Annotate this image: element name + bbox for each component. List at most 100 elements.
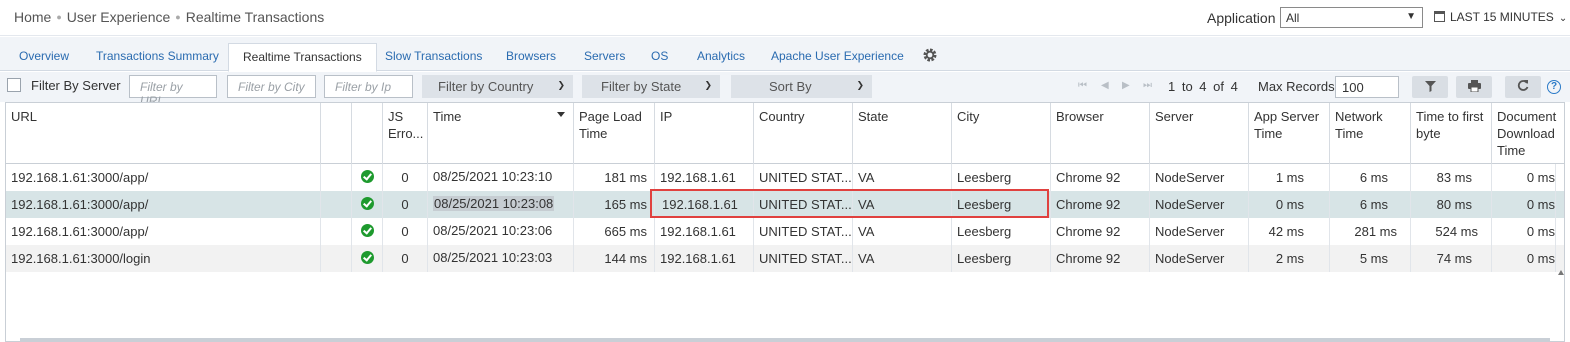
cell-browser: Chrome 92 (1051, 245, 1150, 272)
cell-state: VA (853, 164, 952, 191)
table-row[interactable]: 192.168.1.61:3000/login 0 08/25/2021 10:… (6, 245, 1564, 272)
cell-state: VA (853, 218, 952, 245)
cell-blank (321, 245, 352, 272)
chevron-down-icon: ⌄ (1558, 13, 1568, 24)
tab-bar: Overview Transactions Summary Realtime T… (0, 37, 1570, 72)
cell-url: 192.168.1.61:3000/login (6, 245, 321, 272)
help-icon[interactable]: ? (1547, 80, 1561, 94)
column-header-page-load-time[interactable]: Page Load Time (574, 103, 655, 164)
application-label: Application (1207, 10, 1276, 26)
check-circle-icon (360, 224, 374, 237)
column-header-state[interactable]: State (853, 103, 952, 164)
print-button[interactable] (1456, 76, 1492, 98)
time-range-label: LAST 15 MINUTES (1450, 10, 1554, 24)
cell-blank (321, 191, 352, 218)
check-circle-icon (360, 170, 374, 183)
cell-app-server-time: 0 ms (1249, 191, 1330, 218)
cell-document-download-time: 0 ms (1492, 191, 1556, 218)
cell-status (352, 164, 383, 191)
cell-app-server-time: 1 ms (1249, 164, 1330, 191)
cell-time-to-first-byte: 80 ms (1411, 191, 1492, 218)
cell-time: 08/25/2021 10:23:06 (428, 218, 574, 245)
filter-state-label: Filter by State (601, 79, 682, 94)
filter-state-dropdown[interactable]: Filter by State ❯ (582, 75, 720, 98)
tab-apache-user-experience[interactable]: Apache User Experience (757, 43, 918, 71)
filter-by-server-label: Filter By Server (31, 78, 121, 93)
table-row[interactable]: 192.168.1.61:3000/app/ 0 08/25/2021 10:2… (6, 164, 1564, 191)
tab-realtime-transactions[interactable]: Realtime Transactions (228, 43, 377, 72)
cell-server: NodeServer (1150, 191, 1249, 218)
tab-servers[interactable]: Servers (570, 43, 639, 71)
column-header-time[interactable]: Time (428, 103, 574, 164)
column-header-url[interactable]: URL (6, 103, 321, 164)
cell-document-download-time: 0 ms (1492, 245, 1556, 272)
prev-page-icon[interactable]: ◀ (1101, 80, 1109, 91)
table-row[interactable]: 192.168.1.61:3000/app/ 0 08/25/2021 10:2… (6, 218, 1564, 245)
gear-icon[interactable] (922, 47, 938, 63)
cell-browser: Chrome 92 (1051, 191, 1150, 218)
cell-ip: 192.168.1.61 (655, 245, 754, 272)
filter-button[interactable] (1412, 76, 1448, 98)
annotation-highlight-box (650, 189, 1049, 218)
cell-time: 08/25/2021 10:23:03 (428, 245, 574, 272)
max-records-input[interactable]: 100 (1335, 76, 1399, 98)
first-page-icon[interactable]: ⏮ (1078, 80, 1087, 91)
refresh-button[interactable] (1505, 76, 1541, 98)
tab-os[interactable]: OS (637, 43, 682, 71)
cell-time-to-first-byte: 74 ms (1411, 245, 1492, 272)
cell-server: NodeServer (1150, 218, 1249, 245)
column-header-app-server-time[interactable]: App Server Time (1249, 103, 1330, 164)
cell-blank (321, 218, 352, 245)
column-header-browser[interactable]: Browser (1051, 103, 1150, 164)
chevron-down-icon: ❯ (557, 80, 565, 90)
column-header-document-download-time[interactable]: Document Download Time (1492, 103, 1564, 164)
tab-overview[interactable]: Overview (5, 43, 83, 71)
cell-status (352, 218, 383, 245)
time-range-picker[interactable]: LAST 15 MINUTES ⌄ (1434, 10, 1567, 24)
cell-url: 192.168.1.61:3000/app/ (6, 218, 321, 245)
last-page-icon[interactable]: ⏭ (1143, 80, 1152, 91)
cell-ip: 192.168.1.61 (655, 218, 754, 245)
column-header-city[interactable]: City (952, 103, 1051, 164)
cell-network-time: 5 ms (1330, 245, 1411, 272)
filter-by-server-checkbox[interactable] (7, 78, 21, 92)
table-header: URL JS Erro... Time Page Load Time IP Co… (6, 103, 1564, 164)
breadcrumb-home[interactable]: Home (14, 9, 51, 25)
filter-icon (1424, 81, 1436, 92)
column-header-server[interactable]: Server (1150, 103, 1249, 164)
next-page-icon[interactable]: ▶ (1122, 80, 1130, 91)
column-header-js-errors[interactable]: JS Erro... (383, 103, 428, 164)
cell-state: VA (853, 245, 952, 272)
breadcrumb-current: Realtime Transactions (185, 9, 325, 25)
application-select[interactable]: All ▼ (1280, 7, 1423, 28)
filter-ip-input[interactable]: Filter by Ip (324, 75, 413, 98)
vertical-scrollbar[interactable] (1556, 266, 1564, 341)
column-header-country[interactable]: Country (754, 103, 853, 164)
tab-slow-transactions[interactable]: Slow Transactions (371, 43, 496, 71)
filter-url-input[interactable]: Filter by URL (129, 75, 217, 108)
application-value: All (1286, 11, 1300, 25)
sort-by-dropdown[interactable]: Sort By ❯ (731, 75, 872, 98)
tab-analytics[interactable]: Analytics (683, 43, 759, 71)
cell-js-errors: 0 (383, 245, 428, 272)
check-circle-icon (360, 251, 374, 264)
breadcrumb-user-experience[interactable]: User Experience (67, 9, 171, 25)
sort-desc-icon (557, 112, 565, 117)
cell-server: NodeServer (1150, 164, 1249, 191)
column-header-ip[interactable]: IP (655, 103, 754, 164)
cell-page-load-time: 181 ms (574, 164, 655, 191)
horizontal-scrollbar[interactable] (20, 338, 1550, 342)
scroll-up-icon[interactable] (1558, 270, 1564, 275)
print-icon (1467, 80, 1481, 93)
transactions-table: URL JS Erro... Time Page Load Time IP Co… (5, 102, 1565, 342)
tab-browsers[interactable]: Browsers (492, 43, 570, 71)
column-header-time-to-first-byte[interactable]: Time to first byte (1411, 103, 1492, 164)
refresh-icon (1517, 80, 1529, 91)
filter-city-input[interactable]: Filter by City (227, 75, 316, 98)
cell-js-errors: 0 (383, 164, 428, 191)
filter-country-dropdown[interactable]: Filter by Country ❯ (422, 75, 573, 98)
tab-transactions-summary[interactable]: Transactions Summary (82, 43, 233, 71)
breadcrumb-separator: ● (175, 12, 181, 22)
column-header-network-time[interactable]: Network Time (1330, 103, 1411, 164)
chevron-down-icon: ❯ (704, 80, 712, 90)
